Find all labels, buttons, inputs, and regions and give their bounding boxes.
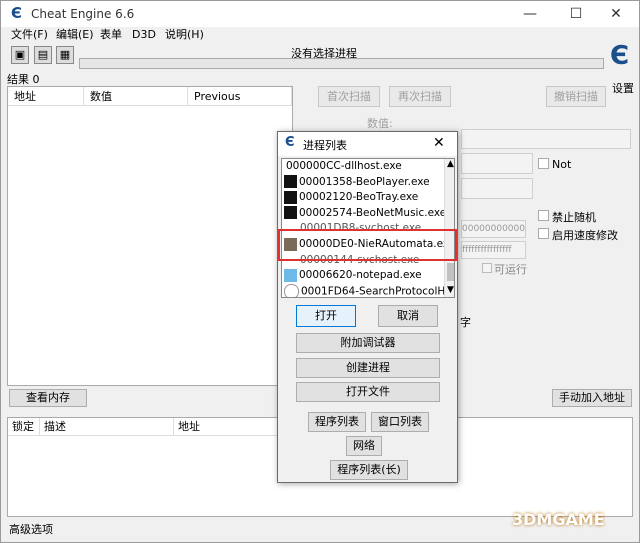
bo-icon <box>284 175 297 189</box>
search-icon <box>284 283 299 297</box>
start-address-input[interactable]: 0000000000000000 <box>461 220 526 238</box>
column-address[interactable]: 地址 <box>8 87 84 106</box>
scroll-thumb[interactable] <box>447 263 454 281</box>
open-button[interactable]: 打开 <box>296 305 356 327</box>
process-list-dialog: Є 进程列表 ✕ 000000CC-dllhost.exe 00001358-B… <box>277 131 458 483</box>
first-scan-button[interactable]: 首次扫描 <box>318 86 380 107</box>
process-item[interactable]: 000000CC-dllhost.exe <box>282 159 444 175</box>
menu-d3d[interactable]: D3D <box>132 27 156 43</box>
add-address-button[interactable]: 手动加入地址 <box>552 389 632 407</box>
create-process-button[interactable]: 创建进程 <box>296 358 440 378</box>
dialog-title: 进程列表 <box>303 139 347 152</box>
process-list-button[interactable]: 程序列表 <box>308 412 366 432</box>
not-label: Not <box>552 158 572 171</box>
cheat-engine-logo-icon: Є <box>285 135 295 150</box>
scan-type-dropdown[interactable] <box>461 153 533 174</box>
disable-random-label: 禁止随机 <box>552 211 596 224</box>
process-name: 0001FD64-SearchProtocolHost <box>301 285 444 298</box>
menu-help[interactable]: 说明(H) <box>165 27 204 43</box>
scroll-down-icon[interactable]: ▼ <box>447 285 454 295</box>
process-item[interactable]: 00001358-BeoPlayer.exe <box>282 175 444 191</box>
cheat-engine-logo-icon: Є <box>11 4 23 22</box>
process-list-scrollbar[interactable]: ▲ ▼ <box>444 159 454 297</box>
watermark: 3DMGAME <box>512 510 605 529</box>
menu-file[interactable]: 文件(F) <box>11 27 48 43</box>
process-item[interactable]: 0001FD64-SearchProtocolHost <box>282 283 444 298</box>
column-value[interactable]: 数值 <box>84 87 188 106</box>
open-process-icon[interactable]: ▣ <box>11 46 29 64</box>
attach-debugger-button[interactable]: 附加调试器 <box>296 333 440 353</box>
network-button[interactable]: 网络 <box>346 436 382 456</box>
open-file-icon[interactable]: ▤ <box>34 46 52 64</box>
partial-label: 字 <box>460 316 471 329</box>
speedhack-checkbox[interactable] <box>538 228 549 239</box>
executable-checkbox[interactable] <box>482 263 492 273</box>
end-address-input[interactable]: ffffffffffffffff <box>461 241 526 259</box>
process-list-long-button[interactable]: 程序列表(长) <box>330 460 408 480</box>
scroll-up-icon[interactable]: ▲ <box>447 159 454 169</box>
process-name: 000000CC-dllhost.exe <box>286 160 402 172</box>
bo-icon <box>284 190 297 204</box>
menu-bar: 文件(F) 编辑(E) 表单 D3D 说明(H) <box>1 27 639 43</box>
menu-edit[interactable]: 编辑(E) <box>56 27 94 43</box>
process-name: 00002574-BeoNetMusic.exe <box>299 206 444 219</box>
process-name: 00006620-notepad.exe <box>299 269 422 282</box>
scan-progress-bar <box>79 58 604 69</box>
process-item[interactable]: 00006620-notepad.exe <box>282 268 444 284</box>
results-list[interactable]: 地址 数值 Previous <box>7 86 293 386</box>
process-item[interactable]: 00002120-BeoTray.exe <box>282 190 444 206</box>
view-memory-button[interactable]: 查看内存 <box>9 389 87 407</box>
highlight-box <box>278 229 457 261</box>
title-bar: Є Cheat Engine 6.6 — ☐ ✕ <box>1 1 639 27</box>
not-checkbox[interactable] <box>538 158 549 169</box>
close-button[interactable]: ✕ <box>593 1 639 27</box>
save-icon[interactable]: ▦ <box>56 46 74 64</box>
dialog-close-icon[interactable]: ✕ <box>433 135 445 151</box>
settings-logo-icon[interactable]: Є <box>610 41 629 71</box>
column-frozen[interactable]: 锁定 <box>8 418 40 436</box>
dialog-title-bar: Є 进程列表 ✕ <box>278 132 457 156</box>
process-name: 00002120-BeoTray.exe <box>299 191 419 204</box>
value-type-dropdown[interactable] <box>461 178 533 199</box>
notepad-icon <box>284 268 297 282</box>
value-label: 数值: <box>367 117 393 130</box>
next-scan-button[interactable]: 再次扫描 <box>389 86 451 107</box>
value-input[interactable] <box>461 129 631 149</box>
disable-random-checkbox[interactable] <box>538 210 549 221</box>
process-item[interactable]: 00002574-BeoNetMusic.exe <box>282 206 444 222</box>
menu-table[interactable]: 表单 <box>100 27 122 43</box>
advanced-options[interactable]: 高级选项 <box>9 521 53 537</box>
column-previous[interactable]: Previous <box>188 87 292 106</box>
settings-label[interactable]: 设置 <box>612 80 634 96</box>
process-name: 00001358-BeoPlayer.exe <box>299 175 430 188</box>
cancel-button[interactable]: 取消 <box>378 305 438 327</box>
minimize-button[interactable]: — <box>507 1 553 27</box>
window-title: Cheat Engine 6.6 <box>31 7 135 21</box>
results-count: 结果 0 <box>7 73 40 86</box>
executable-label: 可运行 <box>494 263 527 276</box>
open-file-button[interactable]: 打开文件 <box>296 382 440 402</box>
bo-icon <box>284 206 297 220</box>
window-list-button[interactable]: 窗口列表 <box>371 412 429 432</box>
speedhack-label: 启用速度修改 <box>552 229 618 242</box>
process-list[interactable]: 000000CC-dllhost.exe 00001358-BeoPlayer.… <box>281 158 455 298</box>
column-description[interactable]: 描述 <box>40 418 174 436</box>
undo-scan-button[interactable]: 撤销扫描 <box>546 86 606 107</box>
